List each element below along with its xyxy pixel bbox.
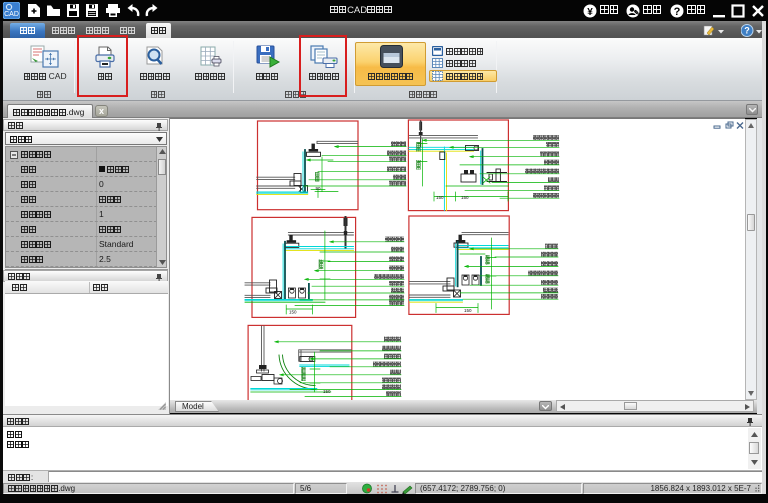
- svg-text:¥: ¥: [587, 7, 593, 18]
- svg-text:150: 150: [323, 389, 331, 394]
- svg-text:90: 90: [316, 186, 322, 191]
- svg-text:150: 150: [436, 195, 444, 200]
- svg-text:CAD: CAD: [4, 11, 19, 18]
- svg-text:?: ?: [674, 6, 681, 18]
- svg-text:150: 150: [461, 195, 469, 200]
- svg-text:150: 150: [289, 309, 297, 314]
- svg-text:?: ?: [744, 26, 750, 36]
- svg-text:150: 150: [464, 308, 472, 313]
- svg-text:✎: ✎: [634, 9, 640, 17]
